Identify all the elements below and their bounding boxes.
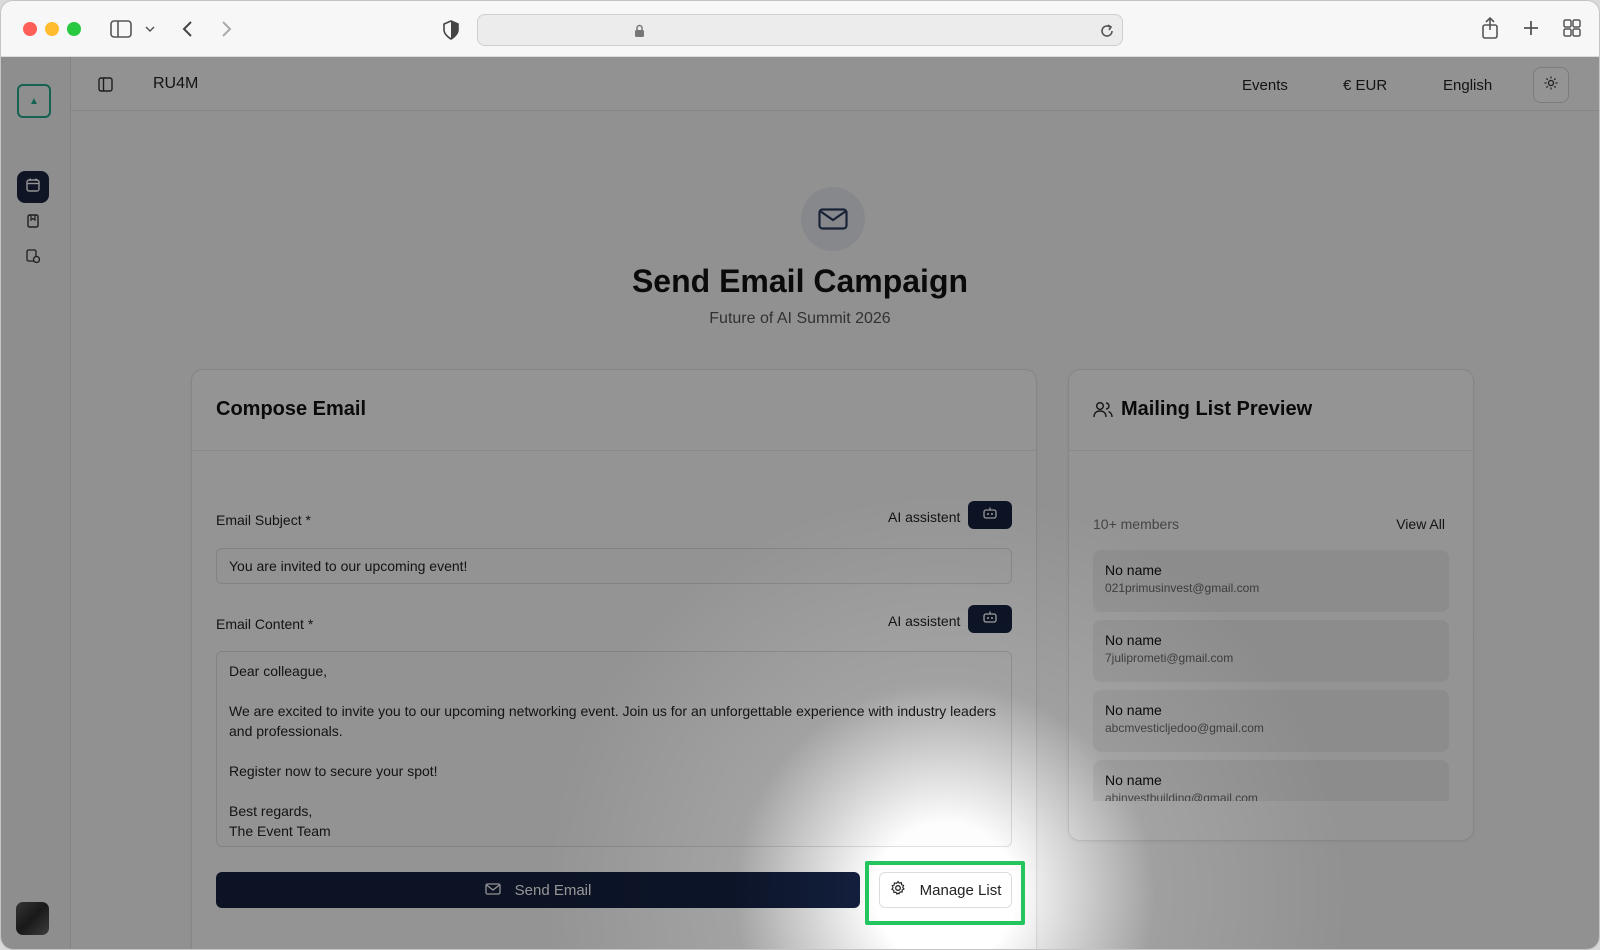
robot-icon [983,610,997,628]
forward-arrow-icon[interactable] [217,17,237,41]
currency-selector[interactable]: € EUR [1343,77,1387,94]
mailing-list-preview-card: Mailing List Preview 10+ members View Al… [1068,369,1474,841]
user-avatar[interactable] [16,902,49,935]
member-email: 021primusinvest@gmail.com [1105,581,1437,595]
member-email: 7juliprometi@gmail.com [1105,651,1437,665]
member-name: No name [1105,562,1437,578]
content-ai-assistant-button[interactable] [968,605,1012,633]
member-name: No name [1105,772,1437,788]
member-email: abcmvesticljedoo@gmail.com [1105,721,1437,735]
page-title: Send Email Campaign [1,263,1599,300]
card-divider [192,450,1036,451]
email-subject-input[interactable] [216,548,1012,584]
member-name: No name [1105,702,1437,718]
sun-icon [1544,76,1558,95]
member-name: No name [1105,632,1437,648]
member-email: abinvestbuilding@gmail.com [1105,791,1437,801]
card-divider [1069,450,1473,451]
close-window-button[interactable] [23,22,37,36]
list-item[interactable]: No name abinvestbuilding@gmail.com [1093,760,1449,801]
browser-toolbar [1,1,1599,57]
lock-icon [632,23,646,39]
email-content-label: Email Content * [216,616,313,632]
bookmarks-nav-button[interactable] [17,207,49,239]
mail-icon [485,882,501,899]
app-name: RU4M [153,75,198,93]
send-email-label: Send Email [515,882,592,899]
list-item[interactable]: No name 7juliprometi@gmail.com [1093,620,1449,682]
brand-logo[interactable]: ▲ [17,84,51,118]
list-item[interactable]: No name 021primusinvest@gmail.com [1093,550,1449,612]
shield-icon[interactable] [441,19,461,41]
member-list: No name 021primusinvest@gmail.com No nam… [1093,550,1449,801]
page-subtitle: Future of AI Summit 2026 [1,310,1599,328]
events-link[interactable]: Events [1242,77,1288,94]
bookmark-icon [27,214,39,233]
sidebar-toggle-icon[interactable] [109,18,133,40]
email-subject-label: Email Subject * [216,512,311,528]
calendar-nav-button[interactable] [17,171,49,203]
list-item[interactable]: No name abcmvesticljedoo@gmail.com [1093,690,1449,752]
gear-icon [890,880,906,900]
maximize-window-button[interactable] [67,22,81,36]
email-content-textarea[interactable]: Dear colleague, We are excited to invite… [216,651,1012,847]
users-icon [1093,400,1113,418]
manage-list-button[interactable]: Manage List [879,872,1012,908]
compose-card-title: Compose Email [216,398,366,421]
minimize-window-button[interactable] [45,22,59,36]
app-topbar: RU4M Events € EUR English [71,57,1599,111]
panel-toggle-icon[interactable] [97,76,113,92]
share-icon[interactable] [1479,16,1501,40]
browser-window: ▲ RU4M Events [1,1,1599,949]
send-email-button[interactable]: Send Email [216,872,860,908]
ai-assistant-label: AI assistent [888,509,960,525]
new-tab-icon[interactable] [1521,18,1541,38]
compose-email-card: Compose Email Email Subject * AI assiste… [191,369,1037,949]
left-navigation-rail: ▲ [1,57,71,949]
reload-icon[interactable] [1098,22,1116,40]
ai-assistant-label: AI assistent [888,613,960,629]
tab-overview-icon[interactable] [1562,18,1582,38]
theme-toggle-button[interactable] [1533,67,1569,103]
members-count: 10+ members [1093,516,1179,532]
chevron-down-icon[interactable] [143,21,157,37]
view-all-link[interactable]: View All [1396,516,1445,532]
subject-ai-assistant-button[interactable] [968,501,1012,529]
mail-hero-icon [801,187,865,251]
app-root: ▲ RU4M Events [1,57,1599,949]
manage-list-label: Manage List [920,882,1002,899]
address-bar[interactable] [477,14,1123,46]
language-selector[interactable]: English [1443,77,1492,94]
back-arrow-icon[interactable] [177,17,197,41]
robot-icon [983,506,997,524]
mailing-card-title: Mailing List Preview [1121,398,1312,421]
calendar-icon [26,178,40,197]
